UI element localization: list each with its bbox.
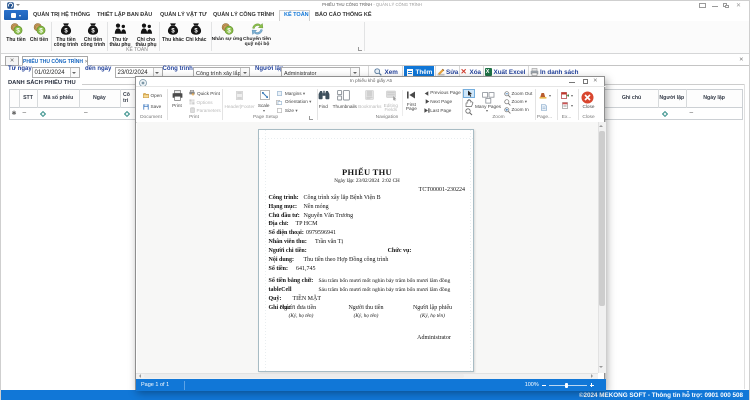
svg-text:$: $ xyxy=(227,28,231,35)
svg-text:$: $ xyxy=(39,28,43,35)
svg-text:$: $ xyxy=(16,28,20,35)
